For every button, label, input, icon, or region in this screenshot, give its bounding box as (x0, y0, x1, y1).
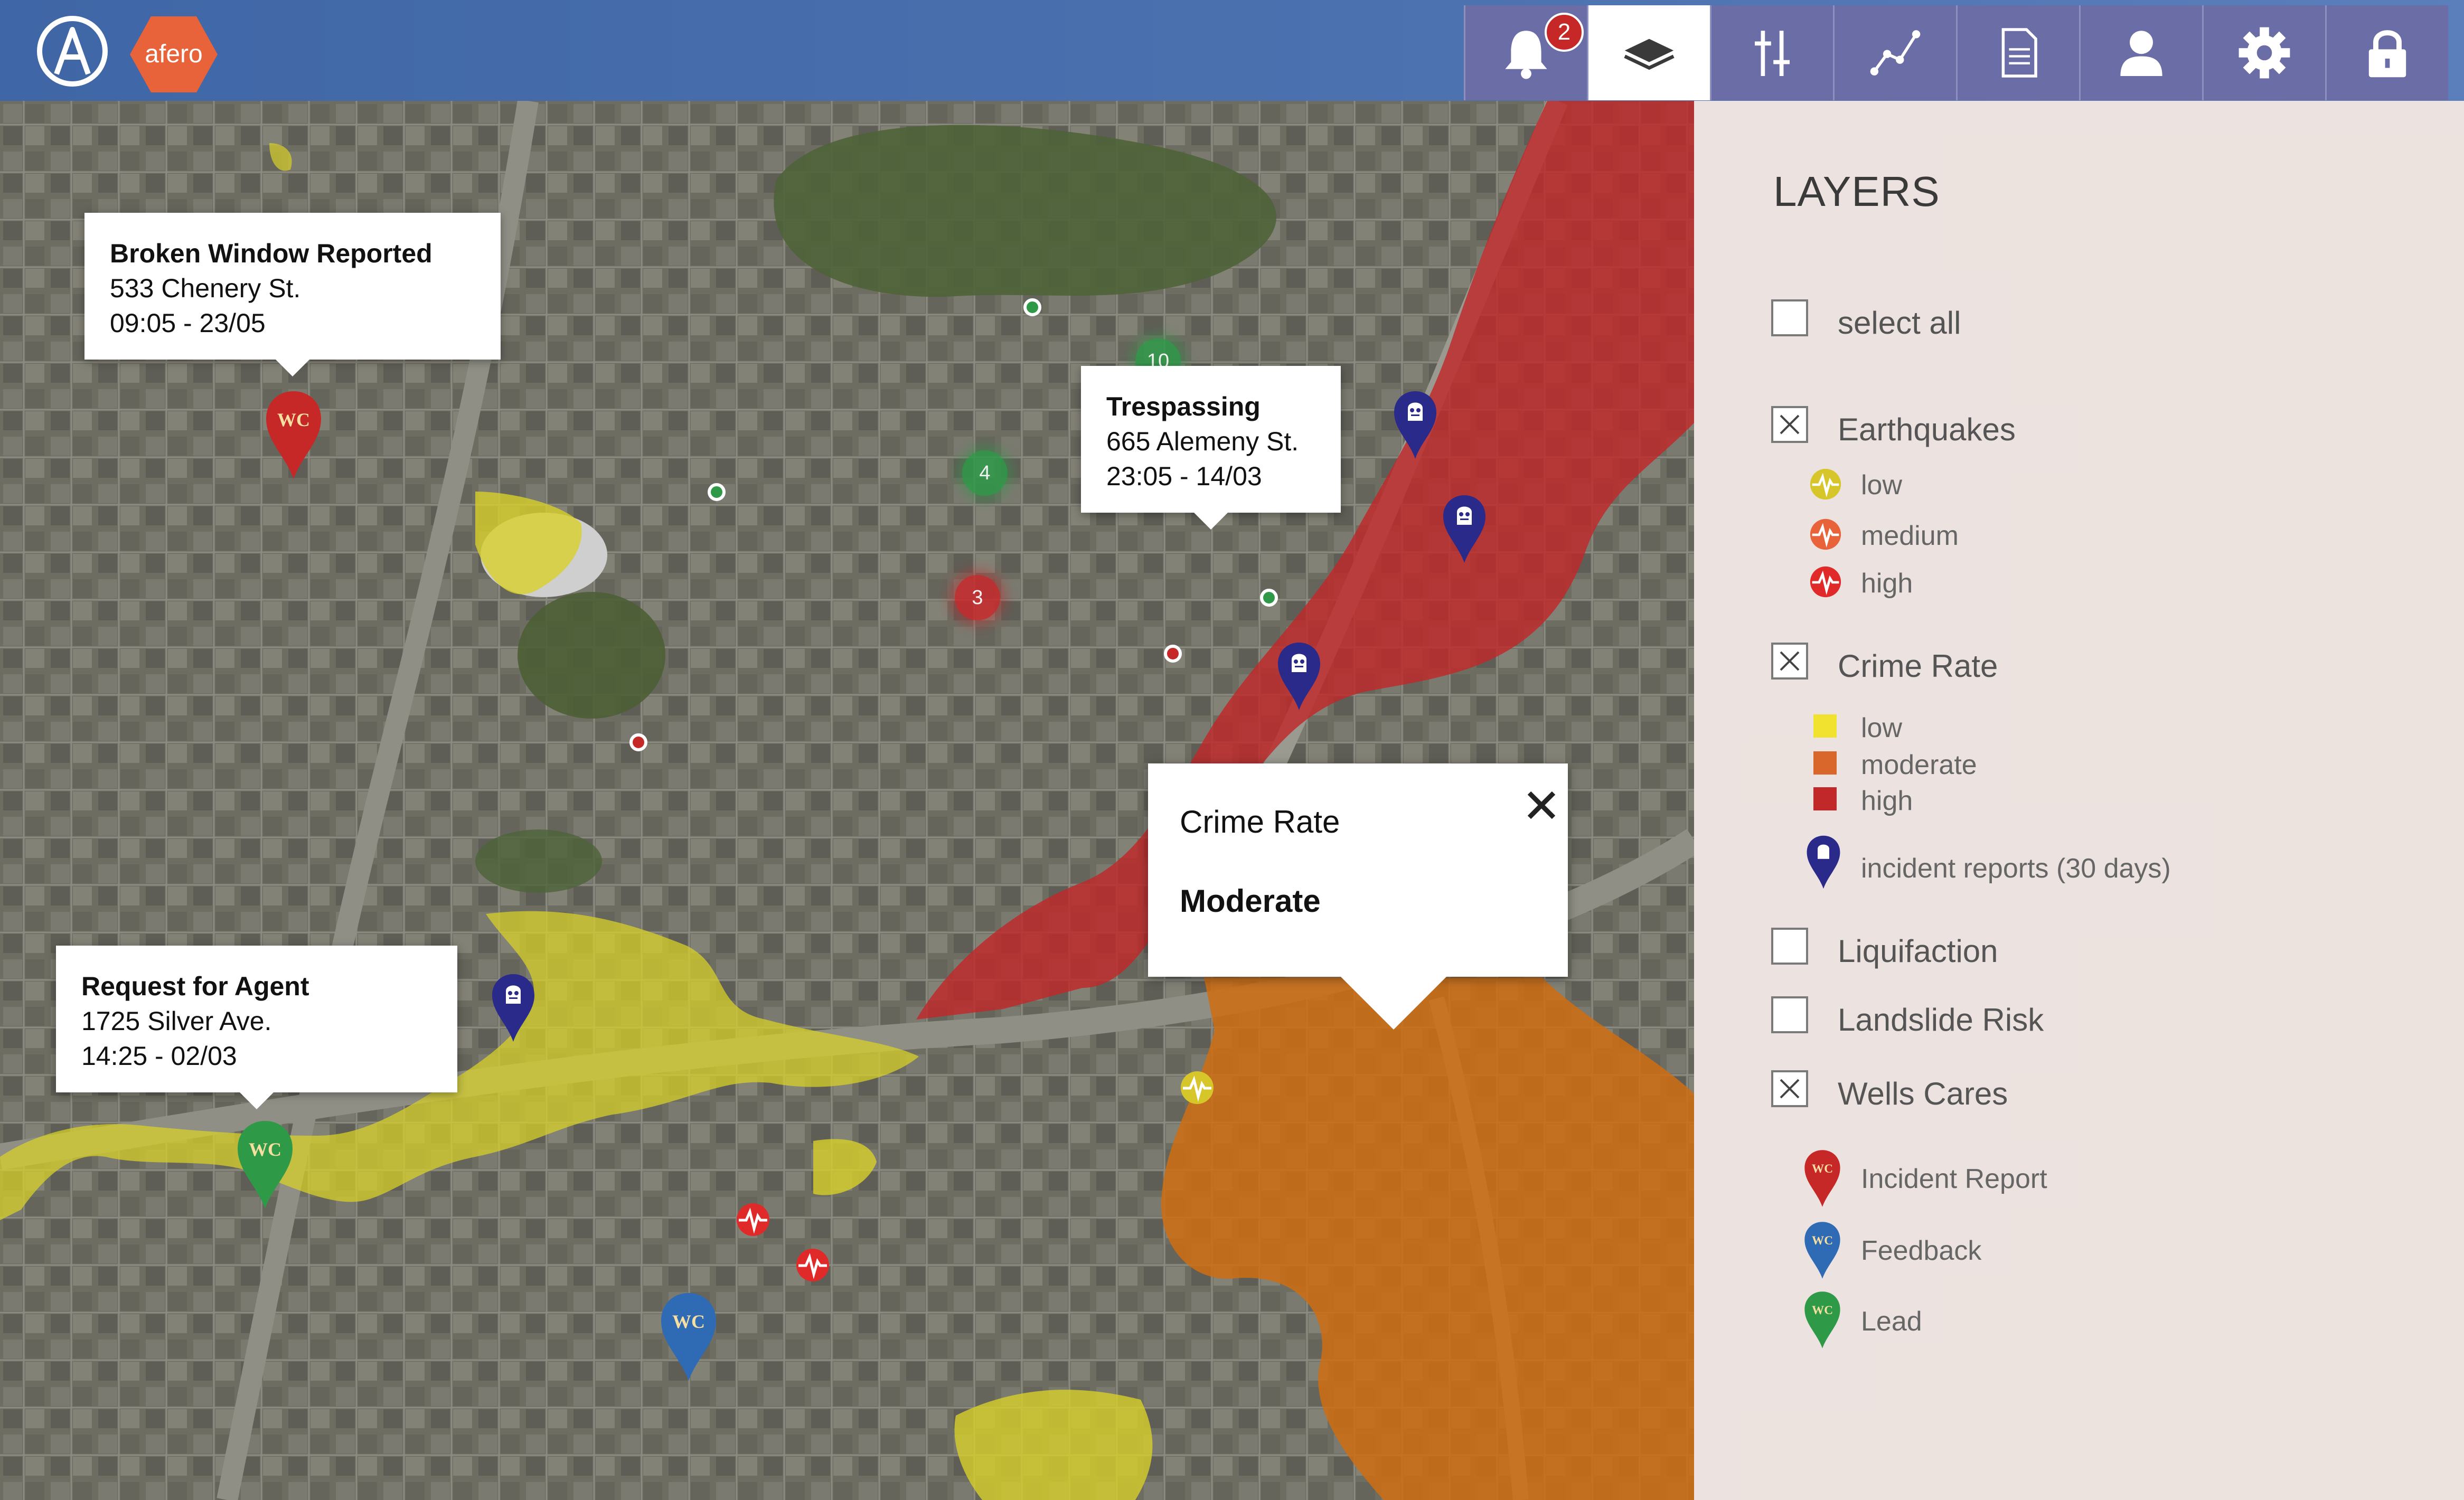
crime-moderate-swatch (1813, 751, 1837, 775)
callout-title: Broken Window Reported (110, 239, 432, 268)
earthquake-medium-label: medium (1861, 521, 1959, 551)
brand-name: afero (145, 40, 203, 68)
earthquake-low-label: low (1861, 470, 1903, 501)
earthquake-high-legend-icon (1810, 566, 1841, 598)
svg-text:WC: WC (249, 1139, 281, 1160)
earthquake-high-marker-icon[interactable] (795, 1248, 830, 1282)
incident-report-pin-legend-icon (1807, 835, 1840, 889)
wells-cares-checkbox[interactable] (1771, 1070, 1808, 1107)
crime-incident-pin-icon[interactable] (1442, 494, 1487, 564)
wc-feedback-label: Feedback (1861, 1235, 1982, 1266)
svg-text:WC: WC (277, 409, 310, 430)
app-header: afero 2 (0, 0, 2464, 101)
crime-rate-label: Crime Rate (1838, 648, 1998, 684)
earthquake-low-marker-icon[interactable] (1180, 1070, 1215, 1105)
notifications-button[interactable]: 2 (1464, 5, 1587, 100)
earthquake-medium-marker-icon[interactable] (736, 1202, 770, 1237)
wc-feedback-pin-icon[interactable]: WC (660, 1292, 717, 1382)
popup-value: Moderate (1180, 883, 1321, 919)
cluster-marker-3[interactable]: 3 (955, 575, 1000, 620)
red-dot-marker[interactable] (629, 733, 647, 751)
landslide-risk-checkbox[interactable] (1771, 996, 1808, 1033)
svg-text:WC: WC (1812, 1234, 1833, 1248)
green-dot-marker[interactable] (1023, 298, 1041, 316)
landslide-risk-label: Landslide Risk (1838, 1002, 2044, 1037)
earthquakes-label: Earthquakes (1838, 412, 2016, 447)
layers-icon (1624, 39, 1675, 70)
svg-text:WC: WC (1812, 1304, 1833, 1317)
check-x-icon (1780, 1079, 1800, 1099)
wc-lead-label: Lead (1861, 1306, 1922, 1337)
wc-feedback-legend-icon: WC (1804, 1222, 1840, 1279)
liquifaction-checkbox[interactable] (1771, 928, 1808, 965)
wells-cares-label: Wells Cares (1838, 1076, 2008, 1111)
wc-lead-legend-icon: WC (1804, 1291, 1840, 1348)
earthquakes-checkbox[interactable] (1771, 406, 1808, 443)
callout-broken-window[interactable]: Broken Window Reported 533 Chenery St. 0… (84, 213, 501, 376)
green-dot-marker[interactable] (1260, 589, 1278, 607)
afero-logo-icon[interactable] (33, 12, 112, 91)
callout-time: 23:05 - 14/03 (1106, 461, 1262, 491)
document-icon (2001, 28, 2037, 78)
reports-button[interactable] (1956, 5, 2079, 100)
lock-button[interactable] (2325, 5, 2448, 100)
svg-text:WC: WC (672, 1311, 705, 1332)
green-dot-marker[interactable] (708, 483, 726, 501)
liquifaction-label: Liquifaction (1838, 933, 1998, 969)
crime-low-label: low (1861, 713, 1903, 743)
line-chart-icon (1870, 30, 1921, 76)
crime-high-label: high (1861, 786, 1913, 816)
wc-incident-report-legend-icon: WC (1804, 1150, 1840, 1207)
callout-title: Trespassing (1106, 392, 1261, 421)
profile-button[interactable] (2079, 5, 2202, 100)
select-all-label: select all (1838, 305, 1961, 341)
crime-incident-pin-icon[interactable] (491, 973, 535, 1043)
callout-trespassing[interactable]: Trespassing 665 Alemeny St. 23:05 - 14/0… (1081, 366, 1341, 530)
callout-time: 09:05 - 23/05 (110, 308, 266, 338)
close-icon[interactable] (1524, 788, 1559, 823)
select-all-checkbox[interactable] (1771, 299, 1808, 336)
wc-lead-pin-icon[interactable]: WC (237, 1120, 294, 1210)
sliders-icon (1755, 31, 1790, 76)
callout-address: 533 Chenery St. (110, 273, 301, 303)
layers-panel: LAYERS select all Earthquakes low medium… (1694, 101, 2464, 1500)
incident-reports-label: incident reports (30 days) (1861, 853, 2171, 884)
callout-time: 14:25 - 02/03 (81, 1041, 237, 1071)
callout-request-agent[interactable]: Request for Agent 1725 Silver Ave. 14:25… (56, 946, 457, 1109)
crime-low-swatch (1813, 714, 1837, 738)
analytics-button[interactable] (1833, 5, 1956, 100)
layers-button[interactable] (1587, 5, 1710, 100)
notification-badge: 2 (1545, 13, 1584, 52)
filters-button[interactable] (1710, 5, 1833, 100)
red-dot-marker[interactable] (1164, 645, 1182, 663)
user-icon (2120, 31, 2162, 76)
wc-incident-report-label: Incident Report (1861, 1164, 2047, 1194)
crime-high-swatch (1813, 787, 1837, 810)
crime-incident-pin-icon[interactable] (1277, 641, 1321, 711)
earthquake-low-legend-icon (1810, 468, 1841, 500)
cluster-marker-4[interactable]: 4 (962, 450, 1008, 496)
popup-title: Crime Rate (1180, 804, 1340, 839)
crime-rate-checkbox[interactable] (1771, 643, 1808, 680)
wc-incident-report-pin-icon[interactable]: WC (265, 390, 322, 480)
crime-incident-pin-icon[interactable] (1393, 390, 1437, 460)
check-x-icon (1780, 651, 1800, 671)
check-x-icon (1780, 414, 1800, 435)
svg-text:WC: WC (1812, 1162, 1833, 1176)
callout-address: 1725 Silver Ave. (81, 1006, 272, 1036)
crime-moderate-label: moderate (1861, 750, 1977, 780)
gear-icon (2239, 27, 2290, 79)
callout-title: Request for Agent (81, 971, 309, 1001)
settings-button[interactable] (2202, 5, 2325, 100)
callout-address: 665 Alemeny St. (1106, 427, 1299, 456)
panel-title: LAYERS (1773, 168, 1940, 215)
earthquake-medium-legend-icon (1810, 518, 1841, 550)
lock-icon (2368, 30, 2406, 78)
earthquake-high-label: high (1861, 568, 1913, 599)
toolbar: 2 (1464, 5, 2448, 100)
crime-rate-popup[interactable]: Crime Rate Moderate (1148, 763, 1568, 1030)
